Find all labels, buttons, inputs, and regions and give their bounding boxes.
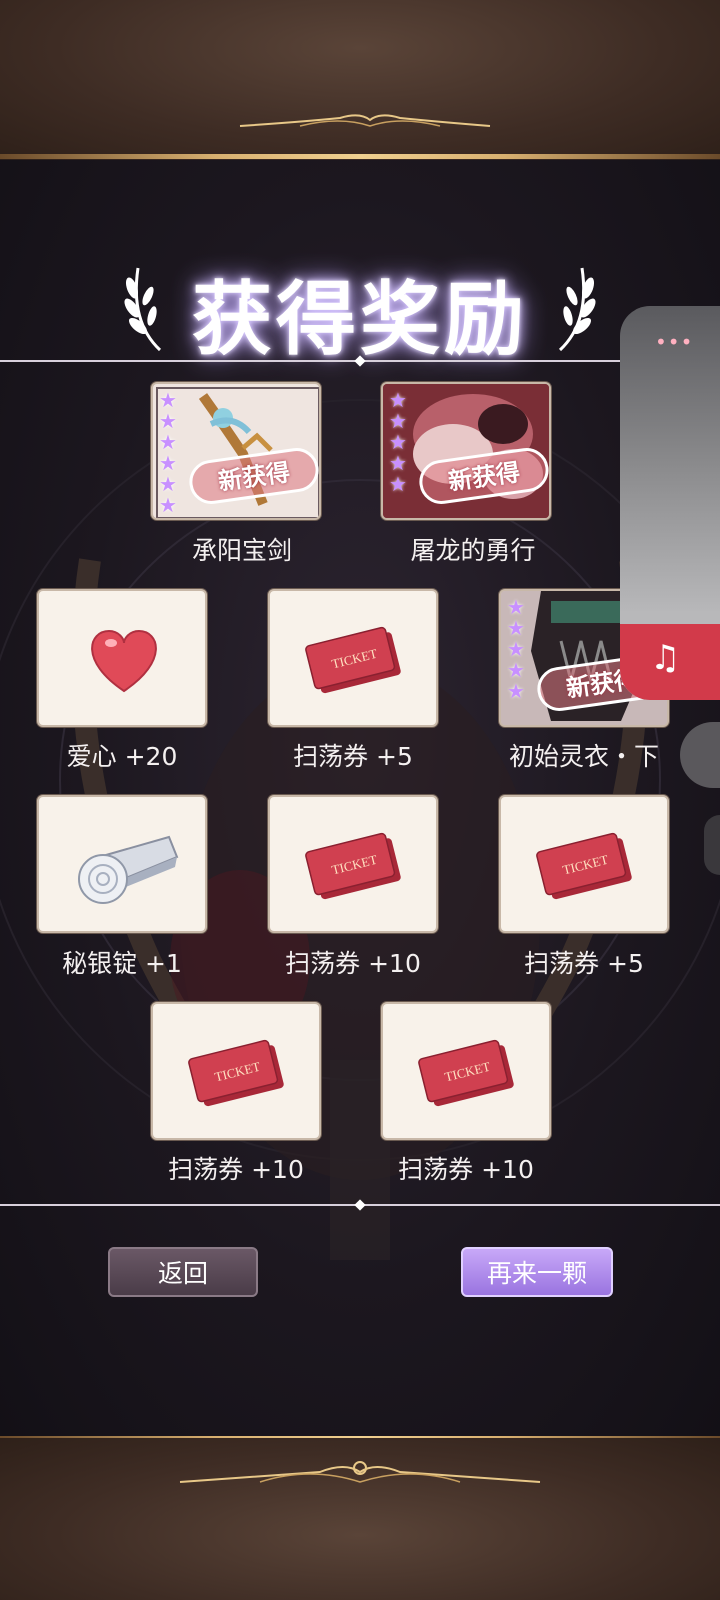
reward-card-heart[interactable] [37,589,207,727]
ticket-icon: TICKET [305,626,401,694]
reward-card-illustration[interactable]: ★ ★ ★ ★ ★ 新获得 [381,382,551,520]
reward-card-ticket[interactable]: TICKET [268,589,438,727]
ticket-icon: TICKET [536,832,632,900]
reward-label: 扫荡券 +10 [285,949,421,978]
right-laurel-icon [558,267,596,352]
reward-card-ticket[interactable]: TICKET [381,1002,551,1140]
reward-card-ingot[interactable] [37,795,207,933]
reward-label: 扫荡券 +5 [293,742,413,771]
side-tab-lower[interactable] [704,815,720,875]
reward-card-ticket[interactable]: TICKET [151,1002,321,1140]
rarity-stars: ★ ★ ★ ★ ★ [507,595,525,703]
floating-side-widget[interactable]: ••• ♫ [620,306,720,700]
ingot-icon [78,835,179,904]
reward-label: 扫荡券 +5 [524,949,644,978]
reward-label: 承阳宝剑 [191,536,292,565]
top-gold-border [0,154,720,159]
music-note-icon: ♫ [650,638,681,678]
ticket-icon: TICKET [305,832,401,900]
reward-label: 屠龙的勇行 [410,536,536,565]
reward-label: 爱心 +20 [66,742,178,771]
top-frame [0,0,720,160]
heart-icon [91,629,157,693]
reward-label: 秘银锭 +1 [62,949,182,978]
page-title: 获得奖励 [192,272,528,366]
rarity-stars: ★ ★ ★ ★ ★ ★ [159,388,177,517]
reward-card-ticket[interactable]: TICKET [499,795,669,933]
reward-label: 扫荡券 +10 [168,1155,304,1184]
ticket-icon: TICKET [188,1039,284,1107]
more-dots-icon[interactable]: ••• [655,330,693,354]
reward-card-sword[interactable]: ★ ★ ★ ★ ★ ★ 新获得 [151,382,321,520]
top-divider [0,360,620,362]
reward-label: 扫荡券 +10 [398,1155,534,1184]
bottom-ornament [179,1461,541,1483]
bottom-frame [0,1438,720,1600]
music-toggle[interactable]: ♫ [620,624,720,700]
rarity-stars: ★ ★ ★ ★ ★ [389,388,407,496]
ticket-icon: TICKET [418,1039,514,1107]
reward-card-ticket[interactable]: TICKET [268,795,438,933]
top-ornament [239,114,491,127]
back-button[interactable]: 返回 [108,1247,258,1297]
reward-label: 初始灵衣・下 [508,742,659,771]
draw-again-button[interactable]: 再来一颗 [461,1247,613,1297]
